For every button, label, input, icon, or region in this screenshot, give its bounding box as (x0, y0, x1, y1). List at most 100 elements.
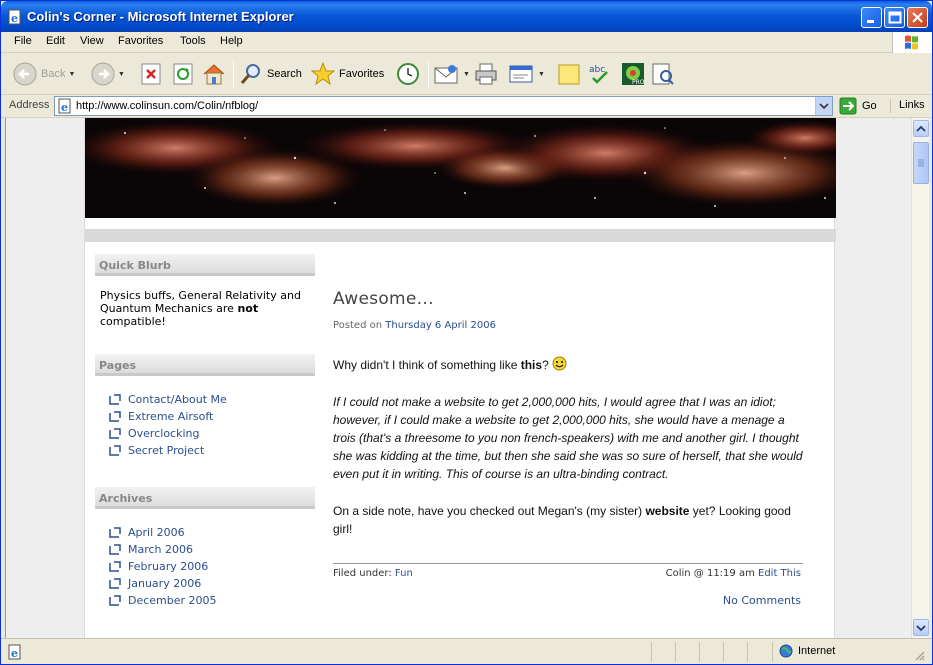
resize-grip-icon[interactable] (913, 649, 925, 661)
sidebar-item-contact[interactable]: Contact/About Me (109, 391, 227, 408)
menu-help[interactable]: Help (220, 35, 243, 47)
pages-list: Contact/About Me Extreme Airsoft Overclo… (109, 391, 227, 459)
page-viewport[interactable]: Quick Blurb Physics buffs, General Relat… (5, 118, 911, 638)
back-dropdown-icon[interactable]: ▼ (68, 71, 75, 78)
forward-button[interactable]: ▼ (91, 60, 125, 88)
address-label: Address (9, 99, 50, 111)
status-divider (772, 642, 773, 662)
quick-blurb-text: Physics buffs, General Relativity and Qu… (100, 289, 301, 328)
post-date-link[interactable]: Thursday 6 April 2006 (385, 320, 496, 331)
mail-dropdown-icon[interactable]: ▼ (463, 71, 470, 78)
links-button[interactable]: Links (890, 99, 925, 113)
icq-flower-icon: PRO (622, 63, 645, 86)
refresh-button[interactable] (173, 60, 193, 88)
sidebar-heading-quick-blurb: Quick Blurb (95, 254, 315, 276)
history-button[interactable] (396, 60, 420, 88)
minimize-icon (867, 20, 874, 23)
close-button[interactable] (907, 7, 928, 28)
spellcheck-button[interactable]: abc (587, 60, 613, 88)
address-url: http://www.colinsun.com/Colin/nfblog/ (76, 100, 259, 112)
scroll-up-button[interactable] (913, 120, 929, 137)
sidebar-item-overclocking[interactable]: Overclocking (109, 425, 227, 442)
icq-button[interactable]: PRO (621, 60, 645, 88)
print-button[interactable] (474, 60, 498, 88)
sidebar-heading-archives: Archives (95, 487, 315, 509)
post-meta: Posted on Thursday 6 April 2006 (333, 320, 496, 331)
standard-toolbar: Back ▼ ▼ Search Favorites ▼ ▼ abc PRO (1, 53, 932, 95)
favorites-button[interactable]: Favorites (311, 60, 384, 88)
toolbar-separator (233, 61, 234, 87)
menu-view[interactable]: View (80, 35, 104, 47)
stop-button[interactable] (141, 60, 161, 88)
archive-item-march-2006[interactable]: March 2006 (109, 541, 217, 558)
zone-label: Internet (798, 645, 836, 657)
maximize-icon (888, 11, 902, 24)
title-bar[interactable]: e Colin's Corner - Microsoft Internet Ex… (1, 1, 932, 32)
link-arrow-icon (109, 445, 121, 456)
minimize-button[interactable] (861, 7, 882, 28)
search-label: Search (267, 68, 302, 80)
menu-file[interactable]: File (14, 35, 32, 47)
category-link[interactable]: Fun (395, 568, 413, 579)
security-zone[interactable]: Internet (779, 644, 835, 658)
menu-favorites[interactable]: Favorites (118, 35, 163, 47)
svg-text:e: e (11, 647, 18, 660)
post-category: Filed under: Fun (333, 568, 413, 579)
archive-item-april-2006[interactable]: April 2006 (109, 524, 217, 541)
mail-button[interactable]: ▼ (434, 60, 470, 88)
go-label: Go (862, 100, 877, 112)
post-title[interactable]: Awesome... (333, 289, 434, 309)
scroll-thumb[interactable] (913, 142, 929, 184)
spellcheck-icon: abc (589, 65, 608, 84)
chevron-up-icon (916, 125, 926, 132)
status-divider (723, 642, 724, 662)
post-intro: Why didn't I think of something like thi… (333, 356, 803, 374)
go-button[interactable]: Go (839, 97, 877, 115)
archive-item-december-2005[interactable]: December 2005 (109, 592, 217, 609)
post-side-note: On a side note, have you checked out Meg… (333, 504, 791, 536)
this-link[interactable]: this (521, 358, 542, 372)
address-dropdown-button[interactable] (815, 97, 832, 115)
sidebar-item-extreme-airsoft[interactable]: Extreme Airsoft (109, 408, 227, 425)
address-bar: Address e http://www.colinsun.com/Colin/… (1, 95, 932, 118)
status-divider (747, 642, 748, 662)
edit-this-link[interactable]: Edit This (758, 568, 801, 579)
edit-button[interactable]: ▼ (509, 60, 545, 88)
research-button[interactable] (651, 60, 675, 88)
grip-icon (918, 159, 924, 167)
forward-dropdown-icon[interactable]: ▼ (118, 71, 125, 78)
comments-link[interactable]: No Comments (723, 594, 801, 607)
chevron-down-icon (819, 103, 829, 110)
back-button[interactable]: Back ▼ (13, 60, 75, 88)
status-divider (675, 642, 676, 662)
archive-item-january-2006[interactable]: January 2006 (109, 575, 217, 592)
maximize-button[interactable] (884, 7, 905, 28)
menu-bar: File Edit View Favorites Tools Help (1, 32, 932, 53)
windows-logo (892, 32, 932, 53)
menu-edit[interactable]: Edit (46, 35, 65, 47)
address-input[interactable]: e http://www.colinsun.com/Colin/nfblog/ (54, 96, 833, 116)
go-arrow-icon (839, 97, 857, 115)
home-button[interactable] (202, 60, 226, 88)
home-icon (203, 64, 225, 85)
link-arrow-icon (109, 561, 121, 572)
vertical-scrollbar[interactable] (911, 118, 929, 638)
ie-page-icon: e (58, 98, 71, 114)
menu-tools[interactable]: Tools (180, 35, 206, 47)
scroll-down-button[interactable] (913, 619, 929, 636)
smiley-icon (552, 356, 567, 371)
refresh-icon (173, 63, 193, 85)
sidebar-item-secret-project[interactable]: Secret Project (109, 442, 227, 459)
search-button[interactable]: Search (239, 60, 302, 88)
discuss-button[interactable] (557, 60, 581, 88)
website-link[interactable]: website (645, 504, 689, 518)
archive-item-february-2006[interactable]: February 2006 (109, 558, 217, 575)
post-quote: If I could not make a website to get 2,0… (333, 395, 803, 481)
status-divider (699, 642, 700, 662)
link-arrow-icon (109, 428, 121, 439)
stop-icon (141, 63, 161, 85)
history-icon (397, 63, 419, 85)
post-footer-divider (333, 563, 803, 564)
edit-dropdown-icon[interactable]: ▼ (538, 71, 545, 78)
note-icon (558, 64, 580, 85)
